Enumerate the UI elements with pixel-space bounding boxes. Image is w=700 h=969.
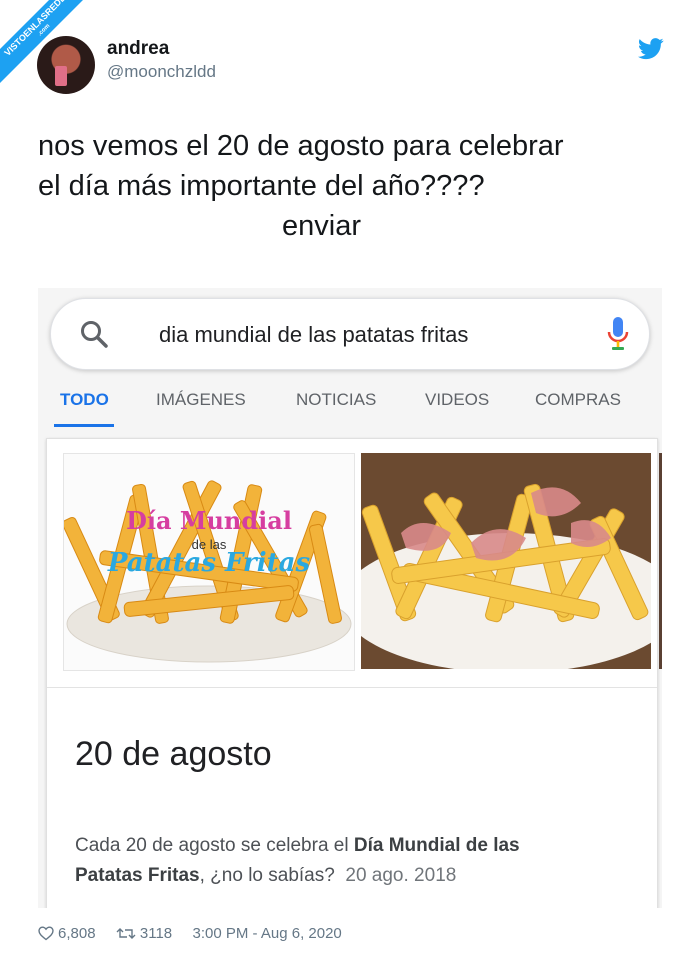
snippet-text: Cada 20 de agosto se celebra el xyxy=(75,835,354,856)
display-name[interactable]: andrea xyxy=(107,38,169,60)
fries-ham-graphic xyxy=(361,453,651,669)
google-search-screenshot[interactable]: dia mundial de las patatas fritas TODO I… xyxy=(38,288,662,908)
tab-compras[interactable]: COMPRAS xyxy=(535,390,621,410)
result-title: 20 de agosto xyxy=(75,735,272,773)
fries-image-with-title[interactable]: Día Mundial de las Patatas Fritas xyxy=(63,453,355,671)
fries-with-ham-image[interactable] xyxy=(361,453,651,669)
twitter-bird-icon[interactable] xyxy=(638,38,664,60)
tweet-line: nos vemos el 20 de agosto para celebrar xyxy=(38,130,564,162)
search-bar[interactable]: dia mundial de las patatas fritas xyxy=(50,298,650,370)
user-handle[interactable]: @moonchzldd xyxy=(107,62,216,82)
tab-todo[interactable]: TODO xyxy=(60,390,109,410)
card-divider xyxy=(47,687,657,688)
search-icon[interactable] xyxy=(79,319,109,349)
timestamp[interactable]: 3:00 PM - Aug 6, 2020 xyxy=(193,925,342,942)
image-title-line1: Día Mundial xyxy=(126,506,292,535)
image-title-overlay: Día Mundial de las Patatas Fritas xyxy=(64,506,354,578)
tweet-text: nos vemos el 20 de agosto para celebrar … xyxy=(38,126,658,246)
heart-icon[interactable] xyxy=(38,926,54,941)
tab-videos[interactable]: VIDEOS xyxy=(425,390,489,410)
tweet-footer: 6,808 3118 3:00 PM - Aug 6, 2020 xyxy=(38,924,342,942)
partial-image[interactable] xyxy=(659,453,662,669)
avatar[interactable] xyxy=(37,36,95,94)
like-count[interactable]: 6,808 xyxy=(58,925,96,942)
tab-noticias[interactable]: NOTICIAS xyxy=(296,390,376,410)
image-title-line3: Patatas Fritas xyxy=(107,548,311,578)
featured-result-card[interactable]: Día Mundial de las Patatas Fritas 20 de … xyxy=(46,438,662,908)
microphone-icon[interactable] xyxy=(607,316,629,352)
result-snippet: Cada 20 de agosto se celebra el Día Mund… xyxy=(75,831,635,891)
search-tabs: TODO IMÁGENES NOTICIAS VIDEOS COMPRAS xyxy=(38,384,662,430)
active-tab-indicator xyxy=(54,424,114,427)
snippet-bold: Día Mundial de las xyxy=(353,835,520,856)
tab-imagenes[interactable]: IMÁGENES xyxy=(156,390,246,410)
snippet-text: , ¿no lo sabías? xyxy=(199,865,335,886)
snippet-date: 20 ago. 2018 xyxy=(345,865,457,886)
retweet-count[interactable]: 3118 xyxy=(140,925,172,942)
tweet-screenshot: VISTOENLASREDES .com andrea @moonchzldd … xyxy=(0,0,700,969)
retweet-icon[interactable] xyxy=(116,926,136,941)
tweet-line: enviar xyxy=(282,210,361,242)
search-query[interactable]: dia mundial de las patatas fritas xyxy=(159,322,468,348)
snippet-bold: Patatas Fritas xyxy=(75,865,200,886)
tweet-line: el día más importante del año???? xyxy=(38,170,485,202)
